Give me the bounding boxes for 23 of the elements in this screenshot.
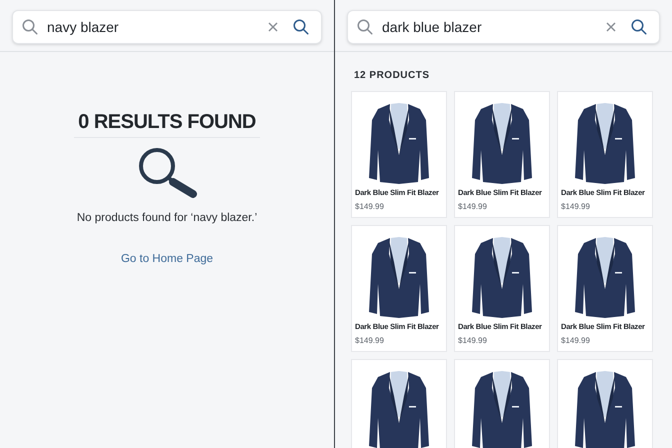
search-icon bbox=[630, 18, 648, 36]
search-icon bbox=[356, 18, 374, 36]
product-price: $149.99 bbox=[355, 335, 385, 347]
home-page-link[interactable]: Go to Home Page bbox=[120, 251, 214, 268]
product-count: 12 PRODUCTS bbox=[354, 69, 431, 83]
search-field[interactable]: dark blue blazer bbox=[347, 10, 660, 44]
product-price: $149.99 bbox=[458, 335, 488, 347]
product-price: $149.99 bbox=[355, 201, 385, 213]
search-icon bbox=[21, 18, 39, 36]
close-icon bbox=[268, 22, 278, 32]
product-card[interactable] bbox=[351, 359, 447, 448]
search-icon bbox=[292, 18, 310, 36]
product-price: $149.99 bbox=[458, 201, 488, 213]
product-price: $149.99 bbox=[561, 335, 591, 347]
search-input[interactable]: dark blue blazer bbox=[382, 16, 603, 38]
product-card[interactable] bbox=[557, 359, 653, 448]
product-price: $149.99 bbox=[561, 201, 591, 213]
search-field[interactable]: navy blazer bbox=[12, 10, 322, 44]
product-card[interactable] bbox=[454, 359, 550, 448]
search-input[interactable]: navy blazer bbox=[47, 16, 265, 38]
no-results-message: No products found for ‘navy blazer.’ bbox=[76, 211, 258, 226]
results-heading: 0 RESULTS FOUND bbox=[74, 110, 260, 138]
close-icon bbox=[606, 22, 616, 32]
